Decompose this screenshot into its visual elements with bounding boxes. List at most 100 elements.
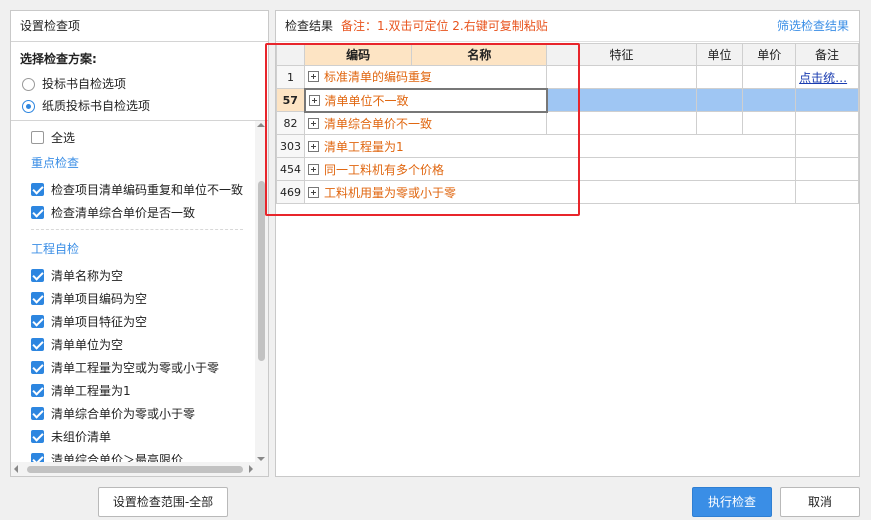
select-all-checkbox[interactable]: 全选: [31, 127, 75, 147]
scheme-option-label: 投标书自检选项: [42, 77, 127, 91]
group-label: 同一工料机有多个价格: [324, 162, 445, 177]
vertical-scrollbar[interactable]: [255, 121, 268, 463]
expand-icon[interactable]: [308, 186, 319, 198]
checkbox-checked-icon[interactable]: [31, 429, 44, 443]
group-name-cell[interactable]: 清单综合单价不一致: [303, 111, 548, 135]
check-item[interactable]: 清单工程量为1: [31, 380, 131, 400]
column-header-unit[interactable]: 单位: [695, 43, 744, 66]
table-cell[interactable]: [546, 111, 697, 135]
check-item[interactable]: 清单综合单价＞最高限价: [31, 449, 183, 463]
checkbox-checked-icon[interactable]: [31, 406, 44, 420]
check-item[interactable]: 清单单位为空: [31, 334, 123, 354]
column-header-price[interactable]: 单价: [742, 43, 797, 66]
checkbox-icon[interactable]: [31, 130, 44, 144]
table-cell[interactable]: [546, 88, 697, 112]
row-number: 57: [276, 88, 305, 112]
table-cell[interactable]: [546, 65, 697, 89]
column-header-code[interactable]: 编码: [303, 43, 413, 66]
checkbox-checked-icon[interactable]: [31, 383, 44, 397]
scheme-option-bid[interactable]: 投标书自检选项: [20, 73, 268, 95]
column-header-remark[interactable]: 备注: [795, 43, 859, 66]
check-items-panel: 设置检查项 选择检查方案: 投标书自检选项 纸质投标书自检选项 全选 重点检查 …: [10, 10, 269, 477]
checkbox-label: 检查清单综合单价是否一致: [51, 205, 196, 220]
checkbox-label: 清单工程量为1: [51, 383, 131, 398]
checkbox-checked-icon[interactable]: [31, 314, 44, 328]
group-name-cell[interactable]: 同一工料机有多个价格: [303, 157, 797, 181]
expand-icon[interactable]: [308, 117, 319, 129]
panel-title: 设置检查项: [11, 11, 268, 42]
group-label: 工料机用量为零或小于零: [324, 185, 457, 200]
table-cell[interactable]: [695, 88, 744, 112]
scroll-down-icon[interactable]: [257, 457, 265, 461]
remark-cell[interactable]: [795, 180, 859, 204]
checkbox-checked-icon[interactable]: [31, 291, 44, 305]
remark-cell[interactable]: [795, 134, 859, 158]
expand-icon[interactable]: [308, 163, 319, 175]
group-name-cell[interactable]: 清单单位不一致: [303, 87, 548, 113]
scroll-thumb[interactable]: [258, 181, 265, 361]
table-cell[interactable]: [695, 111, 744, 135]
table-row[interactable]: 454 同一工料机有多个价格: [276, 157, 859, 181]
remark-link[interactable]: 点击统…: [799, 71, 847, 85]
radio-checked-icon[interactable]: [22, 99, 35, 113]
checkbox-label: 清单工程量为空或为零或小于零: [51, 360, 220, 375]
group-name-cell[interactable]: 标准清单的编码重复: [303, 65, 548, 89]
scroll-thumb[interactable]: [27, 466, 243, 473]
row-number: 469: [276, 180, 305, 204]
table-row[interactable]: 303 清单工程量为1: [276, 134, 859, 158]
remark-cell[interactable]: 点击统…: [795, 65, 859, 89]
checkbox-label: 未组价清单: [51, 429, 112, 444]
column-header-name[interactable]: 名称: [411, 43, 548, 66]
group-name-cell[interactable]: 清单工程量为1: [303, 134, 797, 158]
scroll-right-icon[interactable]: [249, 465, 253, 473]
check-item[interactable]: 未组价清单: [31, 426, 111, 446]
checkbox-checked-icon[interactable]: [31, 182, 44, 196]
checkbox-checked-icon[interactable]: [31, 360, 44, 374]
check-item[interactable]: 清单综合单价为零或小于零: [31, 403, 195, 423]
scroll-left-icon[interactable]: [14, 465, 18, 473]
checkbox-checked-icon[interactable]: [31, 268, 44, 282]
results-table: 编码 名称 特征 单位 单价 备注 1 标准清单的编码重复 点击统… 57 清单…: [276, 43, 859, 204]
table-cell[interactable]: [742, 111, 797, 135]
expand-icon[interactable]: [308, 94, 320, 106]
scheme-option-paper-bid[interactable]: 纸质投标书自检选项: [20, 95, 268, 117]
horizontal-scrollbar[interactable]: [11, 462, 268, 476]
filter-results-link[interactable]: 筛选检查结果: [777, 11, 849, 42]
checkbox-checked-icon[interactable]: [31, 205, 44, 219]
group-label: 标准清单的编码重复: [324, 70, 433, 85]
check-item[interactable]: 检查清单综合单价是否一致: [31, 202, 195, 222]
check-item[interactable]: 清单项目特征为空: [31, 311, 147, 331]
table-cell[interactable]: [695, 65, 744, 89]
scroll-up-icon[interactable]: [257, 123, 265, 127]
remark-cell[interactable]: [795, 88, 859, 112]
remark-cell[interactable]: [795, 157, 859, 181]
table-cell[interactable]: [742, 88, 797, 112]
set-check-range-button[interactable]: 设置检查范围-全部: [98, 487, 228, 517]
table-cell[interactable]: [742, 65, 797, 89]
checkbox-label: 全选: [51, 130, 76, 145]
group-label: 清单工程量为1: [324, 139, 404, 154]
row-number: 82: [276, 111, 305, 135]
results-header: 检查结果 备注：1.双击可定位 2.右键可复制粘贴 筛选检查结果: [276, 11, 859, 42]
check-item[interactable]: 清单工程量为空或为零或小于零: [31, 357, 219, 377]
check-item[interactable]: 清单名称为空: [31, 265, 123, 285]
group-name-cell[interactable]: 工料机用量为零或小于零: [303, 180, 797, 204]
table-row[interactable]: 82 清单综合单价不一致: [276, 111, 859, 135]
cancel-button[interactable]: 取消: [780, 487, 860, 517]
radio-icon[interactable]: [22, 77, 35, 91]
column-header-feature[interactable]: 特征: [546, 43, 697, 66]
checkbox-checked-icon[interactable]: [31, 337, 44, 351]
check-item[interactable]: 清单项目编码为空: [31, 288, 147, 308]
remark-cell[interactable]: [795, 111, 859, 135]
check-item[interactable]: 检查项目清单编码重复和单位不一致: [31, 179, 243, 199]
execute-check-button[interactable]: 执行检查: [692, 487, 772, 517]
expand-icon[interactable]: [308, 140, 319, 152]
table-row-selected[interactable]: 57 清单单位不一致: [276, 87, 859, 113]
table-row[interactable]: 469 工料机用量为零或小于零: [276, 180, 859, 204]
table-row[interactable]: 1 标准清单的编码重复 点击统…: [276, 65, 859, 89]
group-label: 清单综合单价不一致: [324, 116, 433, 131]
group-title-self-check: 工程自检: [31, 242, 80, 256]
row-number: 454: [276, 157, 305, 181]
row-number: 1: [276, 65, 305, 89]
expand-icon[interactable]: [308, 71, 319, 83]
